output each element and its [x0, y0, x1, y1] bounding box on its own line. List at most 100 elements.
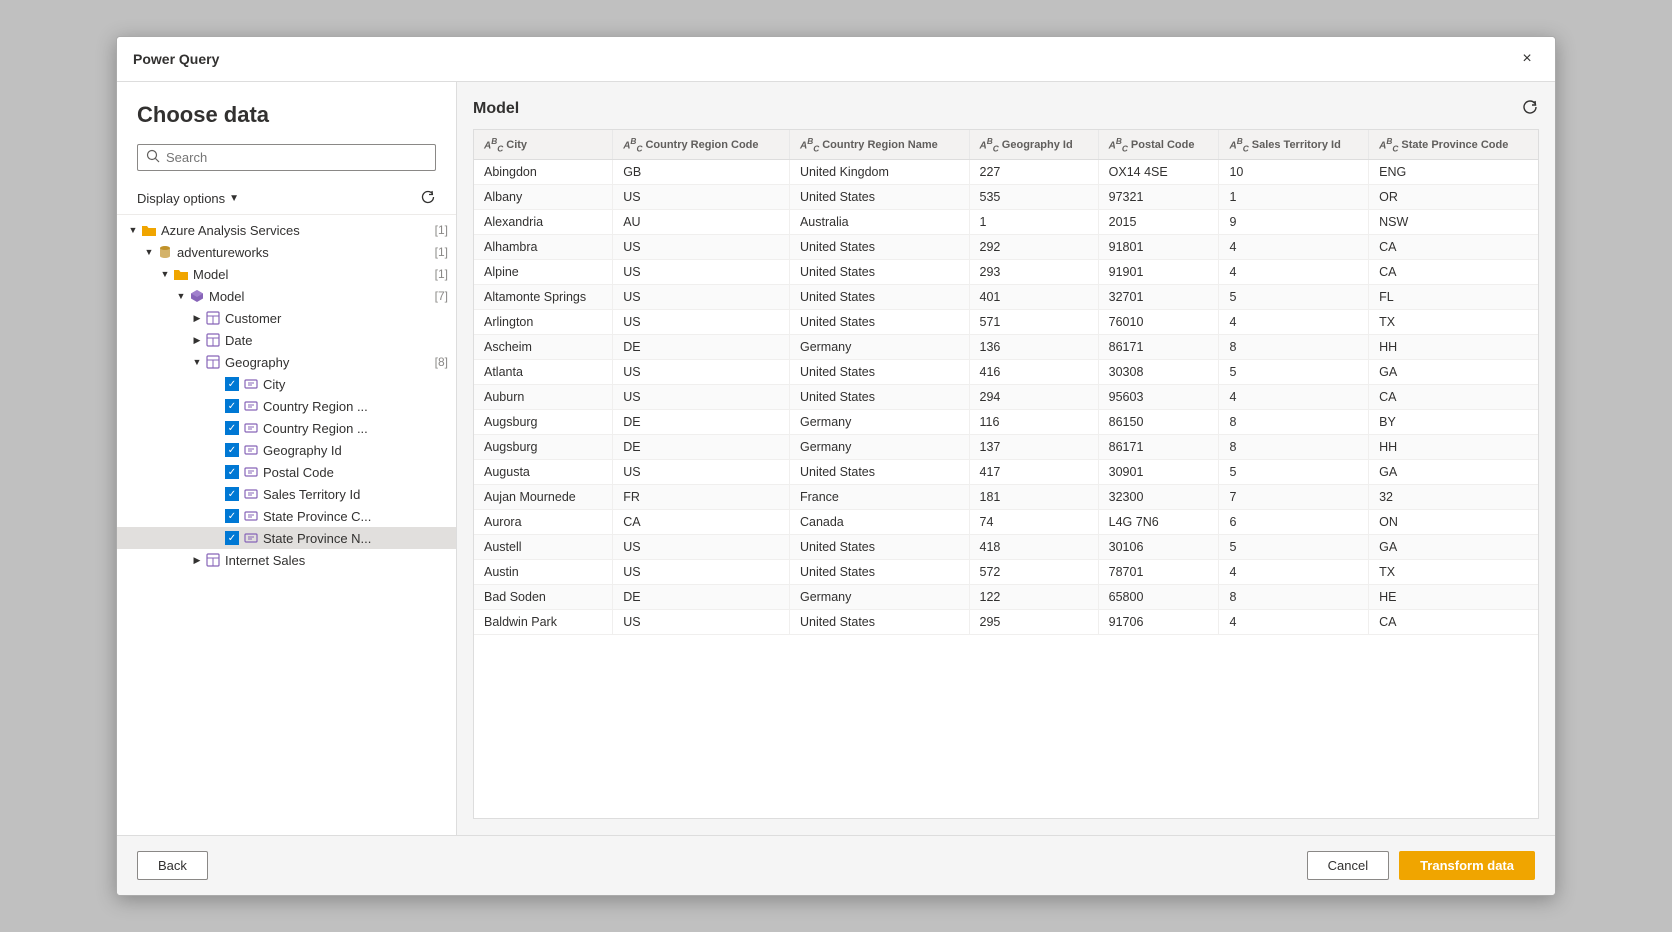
checkbox-geoid[interactable] — [225, 443, 239, 457]
tree-item-customer[interactable]: Customer — [117, 307, 456, 329]
tree-item-internet-sales[interactable]: Internet Sales — [117, 549, 456, 571]
tree-arrow-internet-sales[interactable] — [189, 552, 205, 568]
tree-item-salesterritoryid[interactable]: Sales Territory Id — [117, 483, 456, 505]
transform-data-button[interactable]: Transform data — [1399, 851, 1535, 880]
table-cell: Atlanta — [474, 360, 613, 385]
checkbox-postalcode[interactable] — [225, 465, 239, 479]
tree-label-city: City — [263, 377, 448, 392]
tree-label-customer: Customer — [225, 311, 448, 326]
table-cell: L4G 7N6 — [1098, 510, 1219, 535]
table-cell: United States — [789, 360, 969, 385]
table-cell: Bad Soden — [474, 585, 613, 610]
table-cell: Augusta — [474, 460, 613, 485]
tree-item-geography[interactable]: Geography [8] — [117, 351, 456, 373]
display-options-toggle[interactable]: Display options ▼ — [137, 191, 239, 206]
table-cell: GA — [1369, 535, 1538, 560]
table-icon-geography — [205, 354, 221, 370]
table-cell: OX14 4SE — [1098, 160, 1219, 185]
table-row: AtlantaUSUnited States416303085GA — [474, 360, 1538, 385]
table-cell: 91801 — [1098, 235, 1219, 260]
table-cell: 76010 — [1098, 310, 1219, 335]
table-cell: 8 — [1219, 435, 1369, 460]
tree-item-date[interactable]: Date — [117, 329, 456, 351]
model-refresh-icon[interactable] — [1521, 98, 1539, 119]
table-cell: 8 — [1219, 410, 1369, 435]
tree-label-spname: State Province N... — [263, 531, 448, 546]
checkbox-crcode[interactable] — [225, 399, 239, 413]
checkbox-crname[interactable] — [225, 421, 239, 435]
tree-arrow-customer[interactable] — [189, 310, 205, 326]
checkbox-city[interactable] — [225, 377, 239, 391]
data-table: ABC City ABC Country Region Code — [474, 130, 1538, 635]
checkbox-spname[interactable] — [225, 531, 239, 545]
refresh-icon[interactable] — [420, 189, 436, 208]
search-box[interactable] — [137, 144, 436, 171]
table-row: AlexandriaAUAustralia120159NSW — [474, 210, 1538, 235]
table-row: AlpineUSUnited States293919014CA — [474, 260, 1538, 285]
table-cell: 292 — [969, 235, 1098, 260]
table-cell: DE — [613, 335, 790, 360]
model-title: Model — [473, 100, 519, 118]
table-cell: 5 — [1219, 460, 1369, 485]
table-cell: HH — [1369, 335, 1538, 360]
table-cell: GB — [613, 160, 790, 185]
tree-arrow-model-cube[interactable] — [173, 288, 189, 304]
table-row: AugustaUSUnited States417309015GA — [474, 460, 1538, 485]
tree-item-city[interactable]: City — [117, 373, 456, 395]
left-panel: Choose data Display options ▼ — [117, 82, 457, 835]
table-cell: 5 — [1219, 360, 1369, 385]
tree-item-aas[interactable]: Azure Analysis Services [1] — [117, 219, 456, 241]
tree-arrow-aw[interactable] — [141, 244, 157, 260]
tree-arrow-model-folder[interactable] — [157, 266, 173, 282]
table-cell: Augsburg — [474, 435, 613, 460]
table-cell: US — [613, 310, 790, 335]
table-cell: United States — [789, 285, 969, 310]
table-cell: US — [613, 260, 790, 285]
table-row: AugsburgDEGermany116861508BY — [474, 410, 1538, 435]
tree-item-spname[interactable]: State Province N... — [117, 527, 456, 549]
left-header: Choose data — [117, 82, 456, 183]
table-cell: TX — [1369, 310, 1538, 335]
col-type-postalcode: ABC Postal Code — [1109, 136, 1195, 153]
tree-item-geoid[interactable]: Geography Id — [117, 439, 456, 461]
table-cell: US — [613, 560, 790, 585]
back-button[interactable]: Back — [137, 851, 208, 880]
tree-label-spcode: State Province C... — [263, 509, 448, 524]
tree-count-geography: [8] — [435, 355, 448, 369]
search-input[interactable] — [166, 150, 427, 165]
table-cell: DE — [613, 585, 790, 610]
chevron-down-icon: ▼ — [229, 193, 239, 204]
main-content: Choose data Display options ▼ — [117, 82, 1555, 835]
checkbox-spcode[interactable] — [225, 509, 239, 523]
table-cell: Auburn — [474, 385, 613, 410]
field-icon-geoid — [243, 442, 259, 458]
table-cell: 86150 — [1098, 410, 1219, 435]
table-cell: TX — [1369, 560, 1538, 585]
table-cell: 30901 — [1098, 460, 1219, 485]
tree-item-postalcode[interactable]: Postal Code — [117, 461, 456, 483]
table-icon-date — [205, 332, 221, 348]
table-cell: US — [613, 610, 790, 635]
tree-item-spcode[interactable]: State Province C... — [117, 505, 456, 527]
checkbox-salesterritoryid[interactable] — [225, 487, 239, 501]
right-panel: Model ABC City — [457, 82, 1555, 835]
tree-item-crname[interactable]: Country Region ... — [117, 417, 456, 439]
tree-item-model-folder[interactable]: Model [1] — [117, 263, 456, 285]
cancel-button[interactable]: Cancel — [1307, 851, 1389, 880]
table-cell: 1 — [969, 210, 1098, 235]
tree-item-model-cube[interactable]: Model [7] — [117, 285, 456, 307]
table-row: AlhambraUSUnited States292918014CA — [474, 235, 1538, 260]
tree-arrow-aas[interactable] — [125, 222, 141, 238]
tree-item-crcode[interactable]: Country Region ... — [117, 395, 456, 417]
close-button[interactable]: × — [1515, 47, 1539, 71]
tree-arrow-geography[interactable] — [189, 354, 205, 370]
field-icon-crcode — [243, 398, 259, 414]
table-cell: Altamonte Springs — [474, 285, 613, 310]
tree-arrow-date[interactable] — [189, 332, 205, 348]
table-cell: ENG — [1369, 160, 1538, 185]
tree-count-model-folder: [1] — [435, 267, 448, 281]
tree-item-aw[interactable]: adventureworks [1] — [117, 241, 456, 263]
table-cell: 4 — [1219, 610, 1369, 635]
table-row: Baldwin ParkUSUnited States295917064CA — [474, 610, 1538, 635]
table-cell: Alpine — [474, 260, 613, 285]
